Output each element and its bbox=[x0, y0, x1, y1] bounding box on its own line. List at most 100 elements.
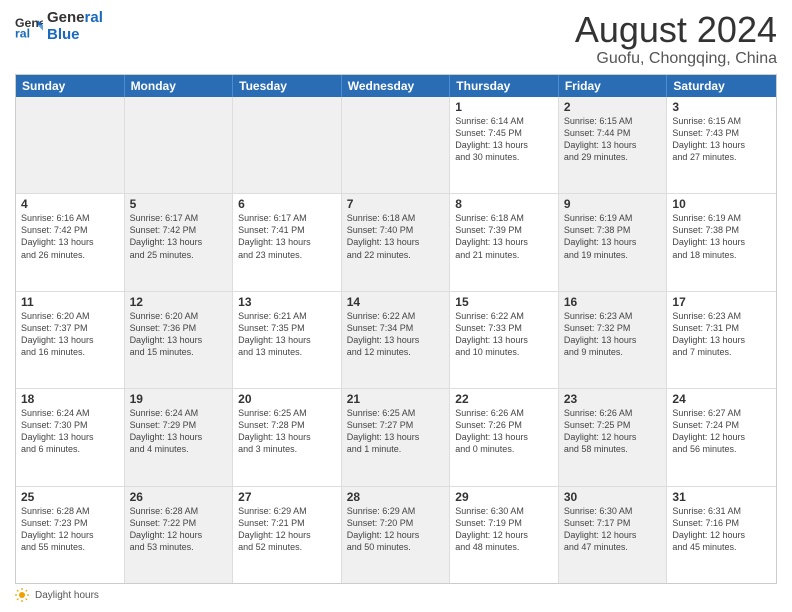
calendar-cell bbox=[233, 97, 342, 193]
day-number: 10 bbox=[672, 197, 771, 211]
calendar-cell: 9Sunrise: 6:19 AM Sunset: 7:38 PM Daylig… bbox=[559, 194, 668, 290]
calendar-cell: 7Sunrise: 6:18 AM Sunset: 7:40 PM Daylig… bbox=[342, 194, 451, 290]
calendar-week: 4Sunrise: 6:16 AM Sunset: 7:42 PM Daylig… bbox=[16, 194, 776, 291]
calendar-cell: 31Sunrise: 6:31 AM Sunset: 7:16 PM Dayli… bbox=[667, 487, 776, 583]
logo: Gene ral General Blue bbox=[15, 10, 103, 43]
calendar-header-cell: Saturday bbox=[667, 75, 776, 97]
day-number: 18 bbox=[21, 392, 119, 406]
day-number: 17 bbox=[672, 295, 771, 309]
calendar-header-cell: Tuesday bbox=[233, 75, 342, 97]
day-info: Sunrise: 6:17 AM Sunset: 7:42 PM Dayligh… bbox=[130, 212, 228, 261]
calendar-week: 11Sunrise: 6:20 AM Sunset: 7:37 PM Dayli… bbox=[16, 292, 776, 389]
day-number: 26 bbox=[130, 490, 228, 504]
calendar-header-cell: Sunday bbox=[16, 75, 125, 97]
day-number: 28 bbox=[347, 490, 445, 504]
main-title: August 2024 bbox=[575, 10, 777, 50]
calendar-cell: 12Sunrise: 6:20 AM Sunset: 7:36 PM Dayli… bbox=[125, 292, 234, 388]
logo-blue: Blue bbox=[47, 27, 103, 44]
day-info: Sunrise: 6:21 AM Sunset: 7:35 PM Dayligh… bbox=[238, 310, 336, 359]
calendar-cell: 16Sunrise: 6:23 AM Sunset: 7:32 PM Dayli… bbox=[559, 292, 668, 388]
day-number: 9 bbox=[564, 197, 662, 211]
calendar-cell: 11Sunrise: 6:20 AM Sunset: 7:37 PM Dayli… bbox=[16, 292, 125, 388]
calendar-cell: 8Sunrise: 6:18 AM Sunset: 7:39 PM Daylig… bbox=[450, 194, 559, 290]
day-number: 29 bbox=[455, 490, 553, 504]
day-info: Sunrise: 6:31 AM Sunset: 7:16 PM Dayligh… bbox=[672, 505, 771, 554]
calendar-header-cell: Thursday bbox=[450, 75, 559, 97]
calendar-cell: 28Sunrise: 6:29 AM Sunset: 7:20 PM Dayli… bbox=[342, 487, 451, 583]
day-number: 12 bbox=[130, 295, 228, 309]
day-info: Sunrise: 6:22 AM Sunset: 7:34 PM Dayligh… bbox=[347, 310, 445, 359]
day-number: 5 bbox=[130, 197, 228, 211]
calendar-cell: 15Sunrise: 6:22 AM Sunset: 7:33 PM Dayli… bbox=[450, 292, 559, 388]
day-info: Sunrise: 6:19 AM Sunset: 7:38 PM Dayligh… bbox=[564, 212, 662, 261]
calendar-cell: 29Sunrise: 6:30 AM Sunset: 7:19 PM Dayli… bbox=[450, 487, 559, 583]
day-number: 14 bbox=[347, 295, 445, 309]
title-block: August 2024 Guofu, Chongqing, China bbox=[575, 10, 777, 68]
day-number: 20 bbox=[238, 392, 336, 406]
day-info: Sunrise: 6:15 AM Sunset: 7:44 PM Dayligh… bbox=[564, 115, 662, 164]
day-info: Sunrise: 6:22 AM Sunset: 7:33 PM Dayligh… bbox=[455, 310, 553, 359]
calendar-header-cell: Wednesday bbox=[342, 75, 451, 97]
day-number: 15 bbox=[455, 295, 553, 309]
day-number: 2 bbox=[564, 100, 662, 114]
day-number: 8 bbox=[455, 197, 553, 211]
day-info: Sunrise: 6:25 AM Sunset: 7:28 PM Dayligh… bbox=[238, 407, 336, 456]
day-info: Sunrise: 6:27 AM Sunset: 7:24 PM Dayligh… bbox=[672, 407, 771, 456]
calendar-cell: 25Sunrise: 6:28 AM Sunset: 7:23 PM Dayli… bbox=[16, 487, 125, 583]
day-number: 22 bbox=[455, 392, 553, 406]
day-info: Sunrise: 6:16 AM Sunset: 7:42 PM Dayligh… bbox=[21, 212, 119, 261]
day-number: 23 bbox=[564, 392, 662, 406]
day-info: Sunrise: 6:30 AM Sunset: 7:17 PM Dayligh… bbox=[564, 505, 662, 554]
day-number: 16 bbox=[564, 295, 662, 309]
svg-text:ral: ral bbox=[15, 26, 30, 40]
calendar-week: 18Sunrise: 6:24 AM Sunset: 7:30 PM Dayli… bbox=[16, 389, 776, 486]
calendar-cell: 23Sunrise: 6:26 AM Sunset: 7:25 PM Dayli… bbox=[559, 389, 668, 485]
calendar-cell: 4Sunrise: 6:16 AM Sunset: 7:42 PM Daylig… bbox=[16, 194, 125, 290]
calendar-cell: 19Sunrise: 6:24 AM Sunset: 7:29 PM Dayli… bbox=[125, 389, 234, 485]
calendar-cell: 24Sunrise: 6:27 AM Sunset: 7:24 PM Dayli… bbox=[667, 389, 776, 485]
day-number: 4 bbox=[21, 197, 119, 211]
day-info: Sunrise: 6:15 AM Sunset: 7:43 PM Dayligh… bbox=[672, 115, 771, 164]
calendar-week: 25Sunrise: 6:28 AM Sunset: 7:23 PM Dayli… bbox=[16, 487, 776, 583]
calendar-header-cell: Monday bbox=[125, 75, 234, 97]
day-info: Sunrise: 6:24 AM Sunset: 7:30 PM Dayligh… bbox=[21, 407, 119, 456]
calendar: SundayMondayTuesdayWednesdayThursdayFrid… bbox=[15, 74, 777, 584]
day-info: Sunrise: 6:23 AM Sunset: 7:32 PM Dayligh… bbox=[564, 310, 662, 359]
day-info: Sunrise: 6:23 AM Sunset: 7:31 PM Dayligh… bbox=[672, 310, 771, 359]
day-number: 13 bbox=[238, 295, 336, 309]
calendar-week: 1Sunrise: 6:14 AM Sunset: 7:45 PM Daylig… bbox=[16, 97, 776, 194]
day-info: Sunrise: 6:14 AM Sunset: 7:45 PM Dayligh… bbox=[455, 115, 553, 164]
day-info: Sunrise: 6:19 AM Sunset: 7:38 PM Dayligh… bbox=[672, 212, 771, 261]
day-info: Sunrise: 6:26 AM Sunset: 7:26 PM Dayligh… bbox=[455, 407, 553, 456]
calendar-cell bbox=[342, 97, 451, 193]
footer-note: Daylight hours bbox=[15, 588, 777, 602]
day-info: Sunrise: 6:29 AM Sunset: 7:20 PM Dayligh… bbox=[347, 505, 445, 554]
day-info: Sunrise: 6:28 AM Sunset: 7:23 PM Dayligh… bbox=[21, 505, 119, 554]
day-number: 7 bbox=[347, 197, 445, 211]
calendar-cell: 27Sunrise: 6:29 AM Sunset: 7:21 PM Dayli… bbox=[233, 487, 342, 583]
calendar-cell: 6Sunrise: 6:17 AM Sunset: 7:41 PM Daylig… bbox=[233, 194, 342, 290]
day-info: Sunrise: 6:18 AM Sunset: 7:39 PM Dayligh… bbox=[455, 212, 553, 261]
day-info: Sunrise: 6:30 AM Sunset: 7:19 PM Dayligh… bbox=[455, 505, 553, 554]
calendar-cell: 18Sunrise: 6:24 AM Sunset: 7:30 PM Dayli… bbox=[16, 389, 125, 485]
day-info: Sunrise: 6:26 AM Sunset: 7:25 PM Dayligh… bbox=[564, 407, 662, 456]
calendar-header-row: SundayMondayTuesdayWednesdayThursdayFrid… bbox=[16, 75, 776, 97]
day-number: 6 bbox=[238, 197, 336, 211]
day-info: Sunrise: 6:20 AM Sunset: 7:36 PM Dayligh… bbox=[130, 310, 228, 359]
day-info: Sunrise: 6:20 AM Sunset: 7:37 PM Dayligh… bbox=[21, 310, 119, 359]
calendar-cell: 20Sunrise: 6:25 AM Sunset: 7:28 PM Dayli… bbox=[233, 389, 342, 485]
calendar-cell: 26Sunrise: 6:28 AM Sunset: 7:22 PM Dayli… bbox=[125, 487, 234, 583]
calendar-header-cell: Friday bbox=[559, 75, 668, 97]
calendar-cell: 14Sunrise: 6:22 AM Sunset: 7:34 PM Dayli… bbox=[342, 292, 451, 388]
day-number: 19 bbox=[130, 392, 228, 406]
calendar-cell bbox=[16, 97, 125, 193]
day-number: 21 bbox=[347, 392, 445, 406]
logo-icon: Gene ral bbox=[15, 13, 43, 41]
calendar-cell: 2Sunrise: 6:15 AM Sunset: 7:44 PM Daylig… bbox=[559, 97, 668, 193]
calendar-cell: 1Sunrise: 6:14 AM Sunset: 7:45 PM Daylig… bbox=[450, 97, 559, 193]
header: Gene ral General Blue August 2024 Guofu,… bbox=[15, 10, 777, 68]
day-info: Sunrise: 6:29 AM Sunset: 7:21 PM Dayligh… bbox=[238, 505, 336, 554]
day-info: Sunrise: 6:25 AM Sunset: 7:27 PM Dayligh… bbox=[347, 407, 445, 456]
logo-general: General bbox=[47, 10, 103, 27]
calendar-cell: 3Sunrise: 6:15 AM Sunset: 7:43 PM Daylig… bbox=[667, 97, 776, 193]
